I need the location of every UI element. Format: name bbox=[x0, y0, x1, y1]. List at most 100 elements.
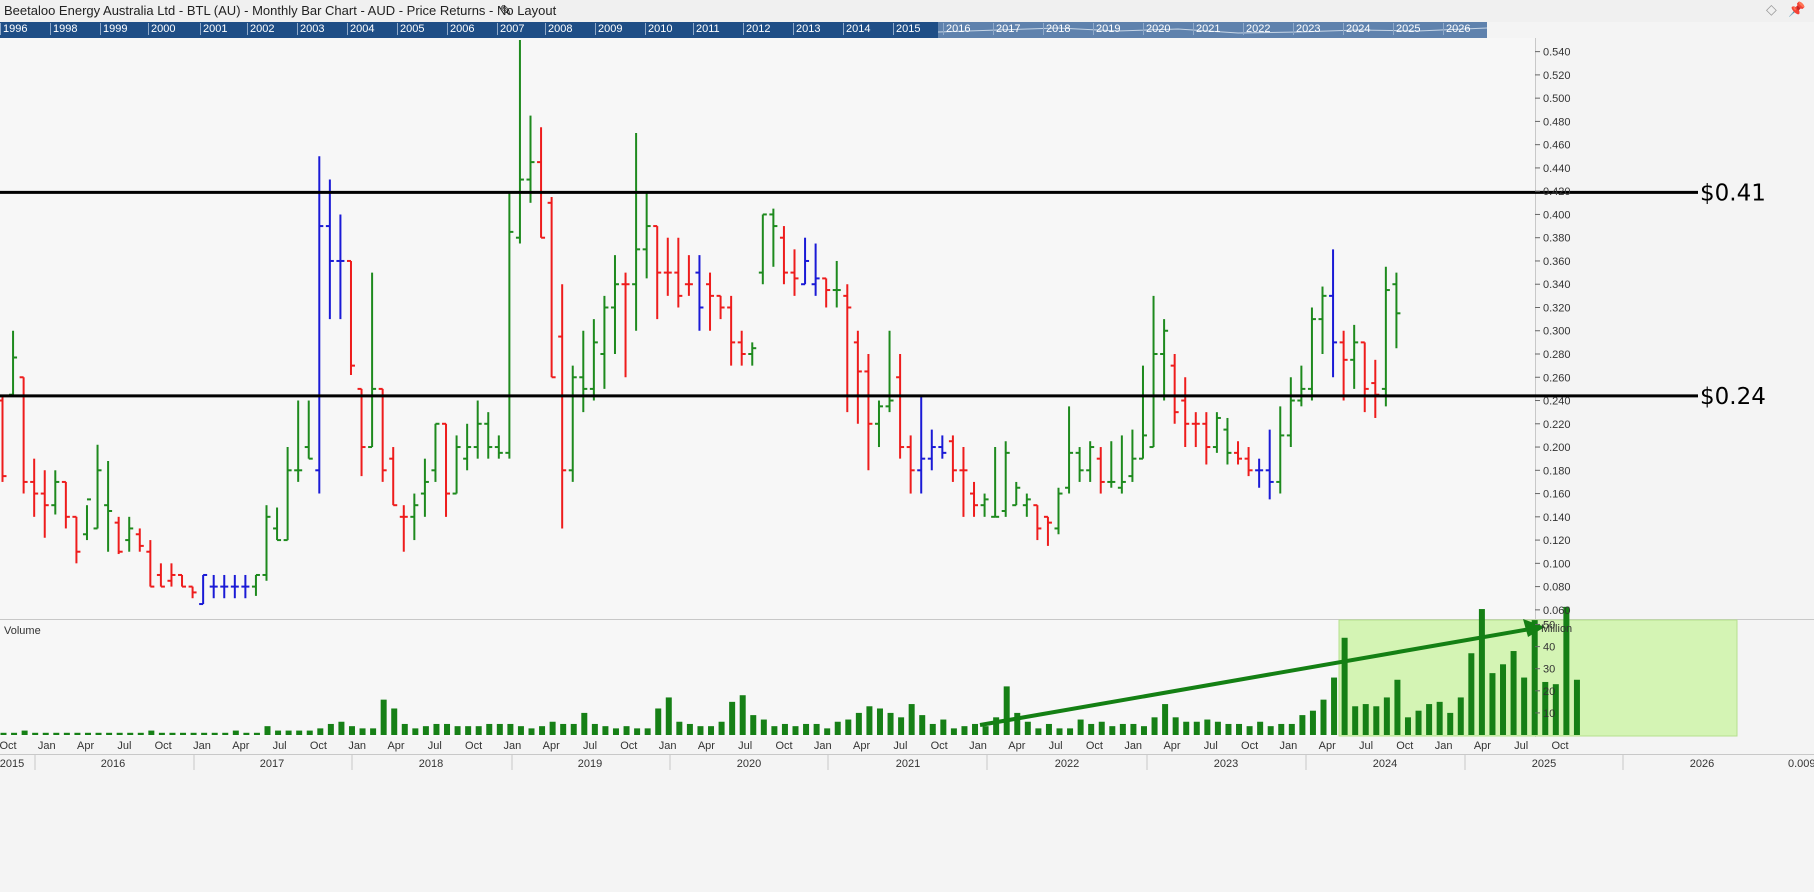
volume-bar bbox=[1320, 699, 1327, 735]
time-axis-month-label: Oct bbox=[931, 740, 948, 752]
navigator-year-2026[interactable]: 2026 bbox=[1443, 23, 1470, 35]
volume-bar bbox=[454, 726, 461, 735]
volume-bar bbox=[718, 721, 725, 735]
volume-bar bbox=[781, 723, 788, 735]
volume-bar bbox=[1225, 723, 1232, 735]
navigator-year-2015[interactable]: 2015 bbox=[893, 23, 920, 35]
navigator-year-2017[interactable]: 2017 bbox=[993, 23, 1020, 35]
time-axis-month-label: Oct bbox=[465, 740, 482, 752]
navigator-spacer bbox=[1487, 22, 1814, 38]
volume-bar bbox=[940, 719, 947, 735]
volume-bar bbox=[1521, 677, 1528, 735]
time-axis-month-label: Jan bbox=[814, 740, 832, 752]
price-chart[interactable]: $0.41 $0.24 0.060 0.080 0.100 0.120 0.140 0.16… bbox=[0, 38, 1814, 892]
navigator-year-2012[interactable]: 2012 bbox=[743, 23, 770, 35]
time-navigator[interactable]: 1996 1998 1999 2000 2001 2002 2003 2004 2005 2006… bbox=[0, 22, 1487, 38]
volume-tick-label: 50 bbox=[1543, 620, 1555, 632]
navigator-year-2011[interactable]: 2011 bbox=[693, 23, 720, 35]
volume-bar bbox=[63, 732, 70, 735]
volume-bar bbox=[972, 723, 979, 735]
navigator-year-2020[interactable]: 2020 bbox=[1143, 23, 1170, 35]
volume-bar bbox=[1436, 701, 1443, 735]
navigator-year-2025[interactable]: 2025 bbox=[1393, 23, 1420, 35]
chart-title: Beetaloo Energy Australia Ltd - BTL (AU)… bbox=[4, 3, 557, 18]
volume-bar bbox=[95, 732, 102, 735]
navigator-year-2016[interactable]: 2016 bbox=[943, 23, 970, 35]
navigator-year-1998[interactable]: 1998 bbox=[50, 23, 77, 35]
time-axis-month-label: Apr bbox=[387, 740, 404, 752]
time-axis-year-label: 2023 bbox=[1214, 758, 1238, 770]
navigator-year-2004[interactable]: 2004 bbox=[347, 23, 374, 35]
volume-bar bbox=[1447, 712, 1454, 735]
price-tick-label: 0.500 bbox=[1543, 93, 1571, 105]
time-axis-year-label: 2021 bbox=[896, 758, 920, 770]
volume-bar bbox=[380, 699, 387, 735]
volume-bar bbox=[1331, 677, 1338, 735]
navigator-year-2023[interactable]: 2023 bbox=[1293, 23, 1320, 35]
navigator-year-2013[interactable]: 2013 bbox=[793, 23, 820, 35]
volume-bar bbox=[1478, 609, 1485, 735]
time-axis-month-label: Jan bbox=[1280, 740, 1298, 752]
navigator-year-2019[interactable]: 2019 bbox=[1093, 23, 1120, 35]
pin-icon[interactable]: 📌 bbox=[1788, 1, 1805, 18]
navigator-year-2018[interactable]: 2018 bbox=[1043, 23, 1070, 35]
time-axis-month-label: Apr bbox=[232, 740, 249, 752]
navigator-year-2021[interactable]: 2021 bbox=[1193, 23, 1220, 35]
time-axis-month-label: Apr bbox=[1474, 740, 1491, 752]
price-tick-label: 0.460 bbox=[1543, 140, 1571, 152]
volume-bar bbox=[475, 726, 482, 735]
navigator-year-2001[interactable]: 2001 bbox=[200, 23, 227, 35]
navigator-year-2008[interactable]: 2008 bbox=[545, 23, 572, 35]
time-axis-year-label: 2026 bbox=[1690, 758, 1714, 770]
volume-tick-label: 30 bbox=[1543, 664, 1555, 676]
volume-bar bbox=[243, 732, 250, 735]
navigator-year-2007[interactable]: 2007 bbox=[497, 23, 524, 35]
navigator-year-2014[interactable]: 2014 bbox=[843, 23, 870, 35]
volume-bar bbox=[180, 732, 187, 735]
time-axis-year-label: 2019 bbox=[578, 758, 602, 770]
time-axis-month-label: Apr bbox=[77, 740, 94, 752]
price-tick-label: 0.060 bbox=[1543, 605, 1571, 617]
volume-bar bbox=[771, 726, 778, 735]
volume-bar bbox=[708, 726, 715, 735]
price-tick-label: 0.200 bbox=[1543, 442, 1571, 454]
time-axis-month-label: Oct bbox=[155, 740, 172, 752]
volume-bar bbox=[1573, 679, 1580, 735]
navigator-year-2006[interactable]: 2006 bbox=[447, 23, 474, 35]
volume-bar bbox=[370, 728, 377, 735]
navigator-year-2024[interactable]: 2024 bbox=[1343, 23, 1370, 35]
volume-bar bbox=[1098, 721, 1105, 735]
pencil-icon[interactable]: ✎ bbox=[500, 2, 512, 19]
navigator-year-2022[interactable]: 2022 bbox=[1243, 23, 1270, 35]
navigator-year-2002[interactable]: 2002 bbox=[247, 23, 274, 35]
navigator-year-2010[interactable]: 2010 bbox=[645, 23, 672, 35]
volume-bar bbox=[866, 706, 873, 735]
navigator-year-1996[interactable]: 1996 bbox=[0, 23, 27, 35]
volume-bar bbox=[750, 715, 757, 735]
time-axis-month-label: Jan bbox=[348, 740, 366, 752]
volume-bar bbox=[760, 719, 767, 735]
volume-bar bbox=[1246, 726, 1253, 735]
navigator-year-2005[interactable]: 2005 bbox=[397, 23, 424, 35]
time-axis-year-label: 2025 bbox=[1532, 758, 1556, 770]
time-axis-year-label: 2022 bbox=[1055, 758, 1079, 770]
time-axis-year-label: 2020 bbox=[737, 758, 761, 770]
time-axis-month-label: Jan bbox=[1435, 740, 1453, 752]
time-axis-month-label: Jul bbox=[117, 740, 131, 752]
navigator-year-2003[interactable]: 2003 bbox=[297, 23, 324, 35]
navigator-year-2000[interactable]: 2000 bbox=[148, 23, 175, 35]
volume-bar bbox=[855, 712, 862, 735]
volume-bar bbox=[539, 726, 546, 735]
volume-bar bbox=[560, 723, 567, 735]
price-tick-label: 0.160 bbox=[1543, 489, 1571, 501]
volume-bar bbox=[1278, 723, 1285, 735]
navigator-year-1999[interactable]: 1999 bbox=[100, 23, 127, 35]
price-tick-label: 0.440 bbox=[1543, 163, 1571, 175]
price-tick-label: 0.220 bbox=[1543, 419, 1571, 431]
volume-bar bbox=[201, 732, 208, 735]
volume-bar bbox=[824, 728, 831, 735]
volume-bar bbox=[887, 712, 894, 735]
navigator-year-2009[interactable]: 2009 bbox=[595, 23, 622, 35]
price-tick-label: 0.240 bbox=[1543, 396, 1571, 408]
diamond-icon[interactable]: ◇ bbox=[1766, 1, 1777, 18]
